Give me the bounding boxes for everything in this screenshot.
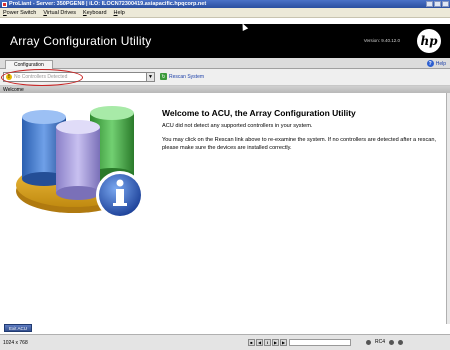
network-icon: [366, 339, 371, 345]
playback-controls: ■ ◀ ‖ ▶ ▶: [248, 339, 287, 346]
pause-icon[interactable]: ‖: [264, 339, 271, 346]
menu-keyboard[interactable]: Keyboard: [83, 10, 107, 16]
window-title-bar: ProLiant - Server: 350PGEN8 | iLO: ILOCN…: [0, 0, 450, 8]
purple-drive: [56, 127, 100, 193]
lock-icon: [398, 339, 404, 345]
rescan-icon: ↻: [160, 73, 167, 80]
stop-icon[interactable]: ■: [248, 339, 255, 346]
power-icon: [389, 339, 395, 345]
menu-bar: Power Switch Virtual Drives Keyboard Hel…: [0, 8, 450, 18]
tab-configuration[interactable]: Configuration: [5, 60, 53, 69]
maximize-button[interactable]: [434, 1, 441, 7]
annotation-highlight-ring: [1, 69, 83, 86]
menu-virtual-drives[interactable]: Virtual Drives: [43, 10, 76, 16]
rescan-label: Rescan System: [169, 73, 205, 80]
forward-icon[interactable]: ▶: [280, 339, 287, 346]
menu-help[interactable]: Help: [114, 10, 125, 16]
section-header: Welcome: [0, 86, 450, 93]
window-controls: [426, 1, 450, 7]
welcome-panel: Welcome to ACU, the Array Configuration …: [0, 93, 447, 324]
encryption-label: RC4: [375, 339, 386, 345]
screen-resolution: 1024 x 768: [3, 339, 28, 346]
help-icon: ?: [426, 60, 434, 67]
hp-logo: hp: [417, 29, 441, 53]
rescan-system-link[interactable]: ↻ Rescan System: [160, 73, 204, 80]
minimize-button[interactable]: [426, 1, 433, 7]
no-controllers-message: ACU did not detect any supported control…: [162, 123, 313, 129]
status-indicators: RC4: [366, 339, 404, 345]
status-bar: 1024 x 768 ■ ◀ ‖ ▶ ▶ RC4: [0, 334, 450, 350]
chevron-down-icon[interactable]: ▼: [146, 73, 154, 81]
version-label: Version: 9.40.12.0: [363, 38, 400, 43]
exit-acu-button[interactable]: Exit ACU: [4, 324, 33, 332]
toolbar: ! No Controllers Detected ▼ ↻ Rescan Sys…: [0, 69, 450, 86]
play-icon[interactable]: ▶: [272, 339, 279, 346]
app-title: Array Configuration Utility: [10, 34, 152, 48]
storage-illustration: [16, 106, 144, 219]
app-banner: Array Configuration Utility Version: 9.4…: [0, 24, 450, 58]
welcome-title: Welcome to ACU, the Array Configuration …: [162, 108, 356, 118]
help-label: Help: [435, 60, 446, 67]
help-link[interactable]: ? Help: [426, 60, 446, 67]
app-icon: [2, 1, 7, 7]
rewind-icon[interactable]: ◀: [256, 339, 263, 346]
progress-bar: [289, 339, 351, 346]
tab-row: Configuration ? Help: [0, 58, 450, 69]
menu-power-switch[interactable]: Power Switch: [3, 10, 36, 16]
window-title: ProLiant - Server: 350PGEN8 | iLO: ILOCN…: [9, 1, 207, 7]
close-button[interactable]: [442, 1, 449, 7]
rescan-instructions: You may click on the Rescan link above t…: [162, 137, 437, 151]
